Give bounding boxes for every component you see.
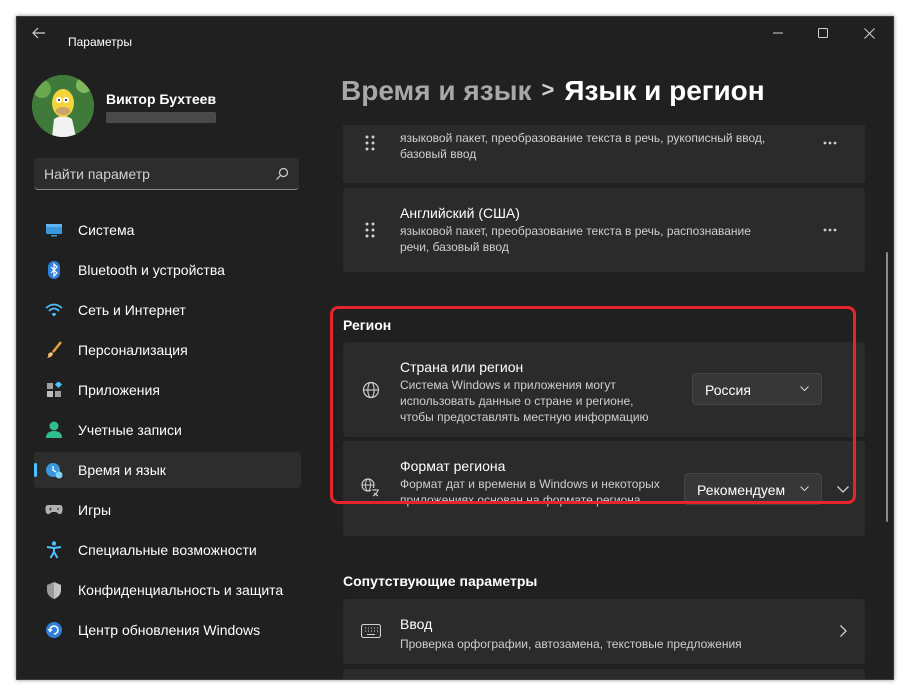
gamepad-icon [45, 501, 63, 519]
update-icon [45, 621, 63, 639]
country-region-card: Страна или регион Система Windows и прил… [343, 342, 865, 437]
apps-icon [45, 381, 63, 399]
accessibility-icon [45, 541, 63, 559]
language-name: Английский (США) [400, 205, 520, 221]
language-item[interactable]: языковой пакет, преобразование текста в … [343, 125, 865, 183]
expand-button[interactable] [833, 479, 853, 499]
input-settings-desc: Проверка орфографии, автозамена, текстов… [400, 637, 742, 651]
search-box[interactable] [34, 158, 299, 190]
title-bar: Параметры [17, 17, 893, 49]
close-icon [863, 27, 875, 39]
country-region-title: Страна или регион [400, 359, 524, 375]
language-item[interactable]: Английский (США) языковой пакет, преобра… [343, 188, 865, 272]
minimize-button[interactable] [755, 17, 801, 49]
search-icon[interactable] [275, 167, 289, 181]
settings-card-partial[interactable] [343, 669, 865, 679]
sidebar-item-network[interactable]: Сеть и Интернет [34, 292, 301, 328]
sidebar-item-personalization[interactable]: Персонализация [34, 332, 301, 368]
breadcrumb: Время и язык > Язык и регион [341, 75, 765, 107]
globe-icon [361, 380, 381, 400]
back-arrow-icon [32, 27, 45, 39]
more-options-button[interactable] [821, 221, 839, 239]
system-icon [45, 221, 63, 239]
settings-window: Параметры Виктор Бухтеев Найти параметр … [16, 16, 894, 680]
section-title-related: Сопутствующие параметры [343, 573, 538, 589]
region-format-select-value: Рекомендуем [697, 482, 786, 498]
sidebar-nav: Система Bluetooth и устройства Сеть и Ин… [34, 212, 301, 652]
brush-icon [45, 341, 63, 359]
back-button[interactable] [27, 23, 51, 43]
time-language-icon [45, 461, 63, 479]
country-select[interactable]: Россия [692, 373, 822, 405]
close-button[interactable] [846, 17, 892, 49]
avatar[interactable] [32, 75, 94, 137]
region-format-title: Формат региона [400, 458, 506, 474]
keyboard-icon [361, 621, 381, 641]
app-title: Параметры [68, 35, 132, 49]
breadcrumb-separator: > [541, 77, 555, 102]
country-region-desc: Система Windows и приложения могут испол… [400, 378, 649, 424]
chevron-right-button[interactable] [833, 621, 853, 641]
region-format-select[interactable]: Рекомендуем [684, 473, 822, 505]
sidebar-item-time-language[interactable]: Время и язык [34, 452, 301, 488]
chevron-down-icon [800, 386, 809, 392]
shield-icon [45, 581, 63, 599]
region-format-card[interactable]: Формат региона Формат дат и времени в Wi… [343, 441, 865, 536]
profile-email-redacted [106, 112, 216, 123]
language-features: языковой пакет, преобразование текста в … [400, 131, 766, 161]
minimize-icon [773, 32, 783, 34]
page-title: Язык и регион [564, 75, 765, 106]
profile-name: Виктор Бухтеев [106, 91, 217, 107]
drag-handle-icon[interactable] [365, 222, 375, 238]
search-input[interactable] [44, 166, 264, 182]
chevron-down-icon [837, 485, 849, 493]
sidebar-item-gaming[interactable]: Игры [34, 492, 301, 528]
sidebar-item-bluetooth[interactable]: Bluetooth и устройства [34, 252, 301, 288]
language-features: языковой пакет, преобразование текста в … [400, 224, 751, 254]
input-settings-card[interactable]: Ввод Проверка орфографии, автозамена, те… [343, 599, 865, 664]
sidebar-item-accounts[interactable]: Учетные записи [34, 412, 301, 448]
country-select-value: Россия [705, 382, 751, 398]
chevron-right-icon [839, 625, 847, 637]
scrollbar[interactable] [886, 252, 888, 522]
breadcrumb-parent[interactable]: Время и язык [341, 75, 532, 106]
drag-handle-icon[interactable] [365, 135, 375, 151]
sidebar-item-windows-update[interactable]: Центр обновления Windows [34, 612, 301, 648]
region-format-desc: Формат дат и времени в Windows и некотор… [400, 477, 660, 507]
region-format-icon [361, 478, 381, 498]
active-indicator [34, 463, 37, 477]
more-icon [823, 228, 837, 232]
sidebar-item-privacy[interactable]: Конфиденциальность и защита [34, 572, 301, 608]
maximize-button[interactable] [800, 17, 846, 49]
bluetooth-icon [45, 261, 63, 279]
account-icon [45, 421, 63, 439]
more-icon [823, 141, 837, 145]
main-content: языковой пакет, преобразование текста в … [343, 125, 867, 679]
avatar-image [32, 75, 94, 137]
sidebar-item-accessibility[interactable]: Специальные возможности [34, 532, 301, 568]
more-options-button[interactable] [821, 134, 839, 152]
chevron-down-icon [800, 486, 809, 492]
sidebar-item-system[interactable]: Система [34, 212, 301, 248]
wifi-icon [45, 301, 63, 319]
sidebar-item-apps[interactable]: Приложения [34, 372, 301, 408]
maximize-icon [818, 28, 828, 38]
section-title-region: Регион [343, 317, 392, 333]
input-settings-title: Ввод [400, 616, 433, 632]
